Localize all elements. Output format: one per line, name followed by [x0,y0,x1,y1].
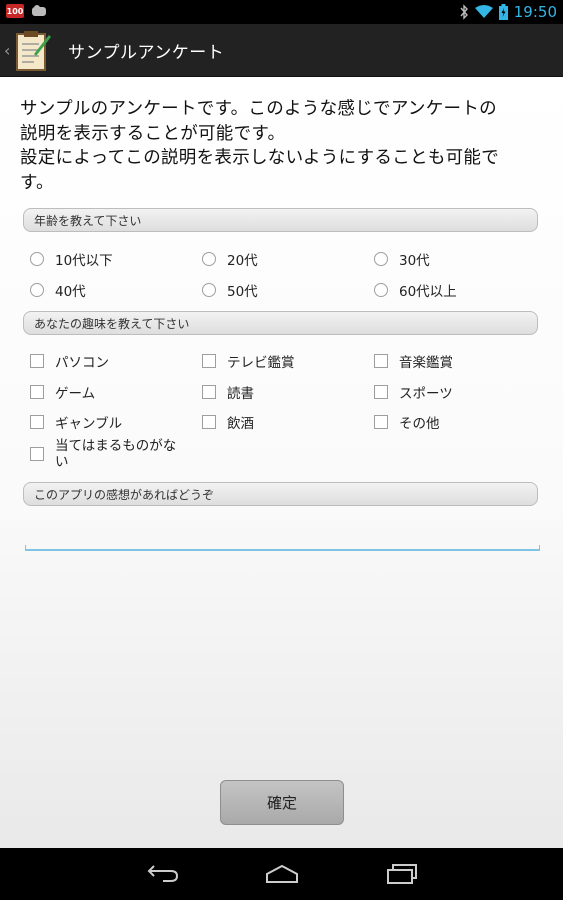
checkbox-option-hobby[interactable]: 読書 [202,382,254,402]
checkbox[interactable] [202,385,216,399]
battery-icon [498,4,508,20]
checkbox[interactable] [202,354,216,368]
checkbox[interactable] [374,415,388,429]
recent-apps-icon [386,864,417,884]
radio-button[interactable] [374,252,388,266]
survey-description: サンプルのアンケートです。このような感じでアンケートの 説明を表示することが可能… [20,99,500,193]
radio-button[interactable] [202,283,216,297]
radio-option-age[interactable]: 20代 [202,249,258,269]
checkbox[interactable] [30,447,44,461]
radio-button[interactable] [202,252,216,266]
checkbox[interactable] [30,354,44,368]
confirm-button[interactable]: 確定 [220,780,344,825]
radio-option-age[interactable]: 30代 [374,249,430,269]
checkbox-option-hobby[interactable]: 音楽鑑賞 [374,351,453,371]
page-title: サンプルアンケート [68,42,225,63]
bluetooth-icon [460,4,468,20]
question-impression-header: このアプリの感想があればどうぞ [23,482,538,506]
wifi-icon [474,5,493,18]
home-button[interactable] [252,854,312,894]
navigation-bar [0,848,563,900]
action-bar: ‹ サンプルアンケート [0,24,563,77]
checkbox[interactable] [202,415,216,429]
system-icons: 19:50 [459,2,557,22]
impression-text-field[interactable] [25,545,540,551]
checkbox-option-hobby[interactable]: ゲーム [30,382,95,402]
app-icon[interactable] [14,28,52,72]
radio-button[interactable] [30,283,44,297]
checkbox-option-hobby[interactable]: ギャンブル [30,412,122,432]
checkbox-option-hobby[interactable]: その他 [374,412,440,432]
checkbox-option-none[interactable]: 当てはまるものがな い [30,438,190,470]
radio-button[interactable] [374,283,388,297]
checkbox[interactable] [374,354,388,368]
up-caret-icon[interactable]: ‹ [4,41,12,60]
back-icon [147,865,178,882]
home-icon [265,864,298,883]
checkbox[interactable] [30,385,44,399]
question-age-header: 年齢を教えて下さい [23,208,538,232]
checkbox-option-hobby[interactable]: スポーツ [374,382,453,402]
back-button[interactable] [132,854,192,894]
checkbox-option-hobby[interactable]: テレビ鑑賞 [202,351,295,371]
recent-apps-button[interactable] [372,854,432,894]
checkbox[interactable] [374,385,388,399]
radio-option-age[interactable]: 40代 [30,280,86,300]
survey-content: サンプルのアンケートです。このような感じでアンケートの 説明を表示することが可能… [0,77,563,848]
status-bar: 100 19:50 [0,0,563,24]
notification-icons: 100 [6,4,48,18]
checkbox-option-hobby[interactable]: 飲酒 [202,412,254,432]
radio-option-age[interactable]: 60代以上 [374,280,457,300]
radio-button[interactable] [30,252,44,266]
status-time: 19:50 [513,3,557,21]
radio-option-age[interactable]: 50代 [202,280,258,300]
checkbox-option-hobby[interactable]: パソコン [30,351,109,371]
checkbox[interactable] [30,415,44,429]
question-hobby-header: あなたの趣味を教えて下さい [23,311,538,335]
notification-badge-icon: 100 [6,4,24,18]
radio-option-age[interactable]: 10代以下 [30,249,113,269]
notification-cloud-icon [32,5,46,16]
